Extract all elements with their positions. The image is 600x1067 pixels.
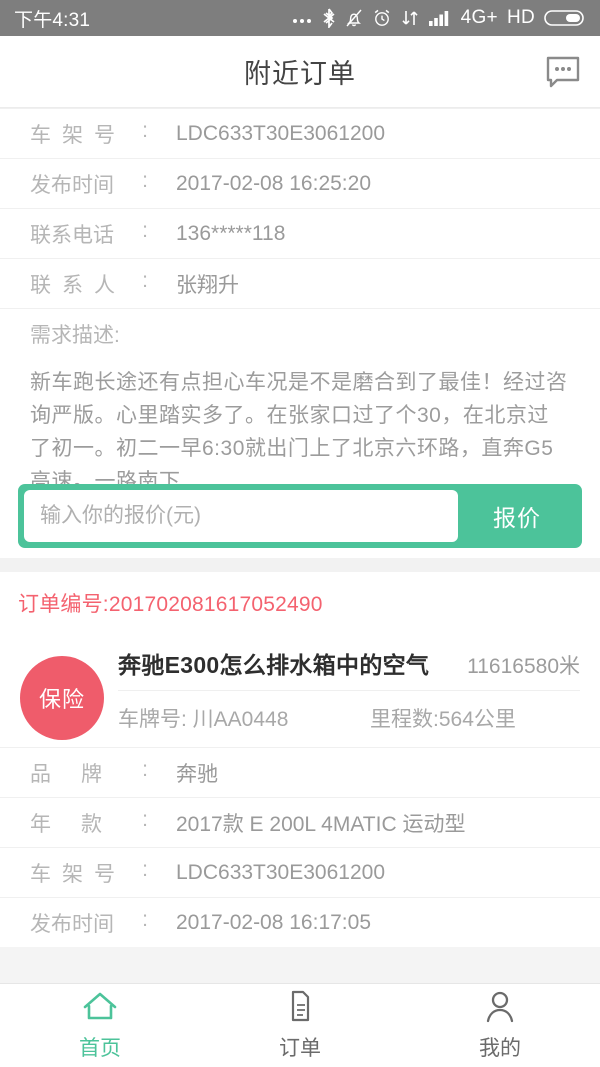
order-value: 2017款 E 200L 4MATIC 运动型 [176,812,466,836]
tab-orders[interactable]: 订单 [200,989,400,1062]
detail-row-publish-time: 发布时间: 2017-02-08 16:25:20 [0,158,600,208]
order-label: 品牌: [30,757,148,786]
order-header: 保险 奔驰E300怎么排水箱中的空气 11616580米 车牌号: 川AA044… [0,632,600,747]
submit-bid-button[interactable]: 报价 [458,490,576,542]
order-label: 车架号: [30,857,148,886]
bid-bar-container: 报价 [0,484,600,558]
description-label: 需求描述: [30,323,120,347]
detail-row-phone: 联系电话: 136*****118 [0,208,600,258]
plate-number: 车牌号: 川AA0448 [118,708,289,731]
alarm-clock-icon [372,8,392,28]
chat-bubble-icon[interactable] [544,55,582,89]
network-type-label: 4G+ [460,7,498,28]
order-row-publish-time: 发布时间: 2017-02-08 16:17:05 [0,897,600,947]
bid-price-input[interactable] [24,490,458,542]
detail-value: 2017-02-08 16:25:20 [176,171,371,195]
order-summary: 奔驰E300怎么排水箱中的空气 11616580米 车牌号: 川AA0448 里… [104,646,580,747]
detail-label: 联系人: [30,268,148,297]
order-detail-card: 车架号: LDC633T30E3061200 发布时间: 2017-02-08 … [0,108,600,558]
status-time: 下午4:31 [14,9,91,31]
tab-home[interactable]: 首页 [0,989,200,1062]
bell-muted-icon [345,8,363,28]
order-number: 订单编号:201702081617052490 [0,572,600,632]
order-row-vin: 车架号: LDC633T30E3061200 [0,847,600,897]
tab-profile-label: 我的 [479,1037,521,1060]
detail-value: 136*****118 [176,221,286,245]
order-label: 发布时间: [30,907,148,936]
detail-label: 发布时间: [30,168,148,197]
page-header: 附近订单 [0,36,600,108]
detail-label: 车架号: [30,118,148,147]
description-text: 新车跑长途还有点担心车况是不是磨合到了最佳！经过咨询严版。心里踏实多了。在张家口… [30,371,568,484]
app-screen: 下午4:31 4G+ HD 附近订单 车架号: LDC633T30E30612… [0,0,600,1067]
person-icon [480,989,520,1028]
order-list-item[interactable]: 订单编号:201702081617052490 保险 奔驰E300怎么排水箱中的… [0,572,600,947]
status-icons: 4G+ HD [291,7,586,29]
order-label-text: 发布时间 [30,912,114,936]
status-badge: 保险 [20,656,104,740]
detail-label-text: 车架号 [30,123,126,147]
detail-label: 联系电话: [30,218,148,247]
order-label-text: 车架号 [30,862,126,886]
order-number-label: 订单编号: [18,593,109,616]
bid-bar: 报价 [18,484,582,548]
bluetooth-icon [322,8,336,28]
detail-row-vin: 车架号: LDC633T30E3061200 [0,108,600,158]
data-transfer-icon [401,8,419,28]
order-subinfo: 车牌号: 川AA0448 里程数:564公里 [118,690,580,747]
detail-label-text: 联系电话 [30,223,114,247]
battery-icon [544,8,586,28]
mileage: 里程数:564公里 [370,708,516,731]
page-title: 附近订单 [244,59,356,89]
order-row-model-year: 年款: 2017款 E 200L 4MATIC 运动型 [0,797,600,847]
order-label-text: 品牌 [30,762,132,786]
scroll-content[interactable]: 车架号: LDC633T30E3061200 发布时间: 2017-02-08 … [0,108,600,983]
tab-home-label: 首页 [79,1037,121,1060]
detail-value: LDC633T30E3061200 [176,121,385,145]
document-icon [280,989,320,1028]
order-value: LDC633T30E3061200 [176,860,385,884]
detail-value: 张翔升 [176,273,239,297]
detail-label-text: 发布时间 [30,173,114,197]
order-label: 年款: [30,807,148,836]
order-label-text: 年款 [30,812,132,836]
section-divider [0,558,600,572]
order-distance: 11616580米 [467,655,580,678]
tab-orders-label: 订单 [279,1037,321,1060]
detail-row-description-label: 需求描述: [0,308,600,358]
home-icon [80,989,120,1028]
status-bar: 下午4:31 4G+ HD [0,0,600,36]
hd-call-label: HD [506,7,535,28]
tab-profile[interactable]: 我的 [400,989,600,1062]
detail-label-text: 联系人 [30,273,126,297]
order-row-brand: 品牌: 奔驰 [0,747,600,797]
bottom-tab-bar: 首页 订单 我的 [0,983,600,1067]
order-title-row: 奔驰E300怎么排水箱中的空气 11616580米 [118,646,580,690]
order-title: 奔驰E300怎么排水箱中的空气 [118,652,430,678]
signal-bars-icon [428,9,452,27]
order-number-value: 201702081617052490 [108,593,323,616]
more-dots-icon [291,10,313,26]
detail-row-contact: 联系人: 张翔升 [0,258,600,308]
order-value: 2017-02-08 16:17:05 [176,910,371,934]
order-value: 奔驰 [176,762,218,786]
